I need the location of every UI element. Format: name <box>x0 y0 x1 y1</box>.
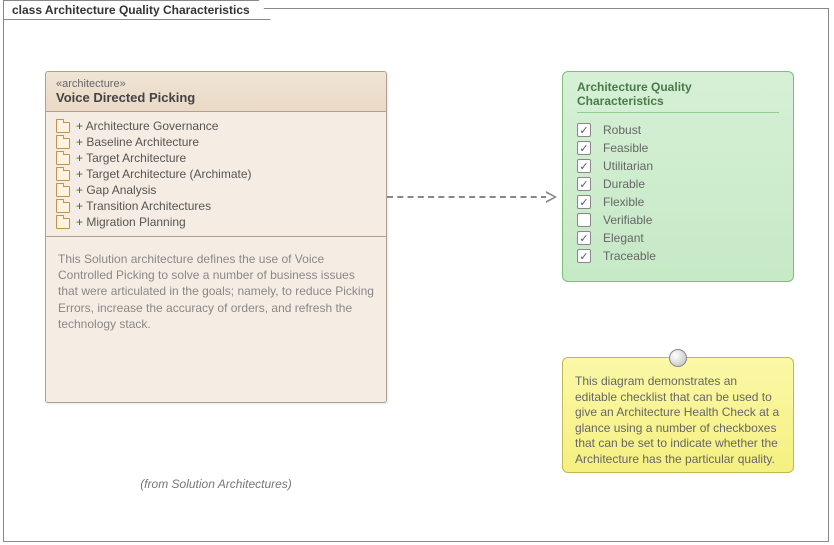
package-icon <box>54 183 70 197</box>
checklist-item-label: Verifiable <box>603 213 652 227</box>
package-item[interactable]: + Transition Architectures <box>54 198 378 214</box>
class-packages-compartment: + Architecture Governance + Baseline Arc… <box>46 112 386 237</box>
package-item[interactable]: + Migration Planning <box>54 214 378 230</box>
diagram-frame: «architecture» Voice Directed Picking + … <box>3 8 829 542</box>
checklist-item[interactable]: ✓ Traceable <box>577 247 779 265</box>
checkbox-icon[interactable]: ✓ <box>577 177 591 191</box>
checkbox-icon[interactable]: ✓ <box>577 195 591 209</box>
checklist-item-label: Robust <box>603 123 641 137</box>
checkbox-icon[interactable]: ✓ <box>577 159 591 173</box>
checkbox-icon[interactable]: ✓ <box>577 141 591 155</box>
checklist-item[interactable]: ✓ Feasible <box>577 139 779 157</box>
checklist-title: Architecture Quality Characteristics <box>577 80 779 113</box>
package-label: + Transition Architectures <box>76 199 211 213</box>
checklist-item[interactable]: ✓ Durable <box>577 175 779 193</box>
checklist-item-label: Utilitarian <box>603 159 653 173</box>
checklist-item[interactable]: ✓ Flexible <box>577 193 779 211</box>
connector-arrowhead-icon <box>546 191 557 203</box>
class-element-voice-directed-picking[interactable]: «architecture» Voice Directed Picking + … <box>45 71 387 403</box>
package-icon <box>54 135 70 149</box>
class-caption: (from Solution Architectures) <box>45 477 387 491</box>
package-icon <box>54 215 70 229</box>
checklist-item-label: Feasible <box>603 141 648 155</box>
checklist-element[interactable]: Architecture Quality Characteristics ✓ Ro… <box>562 71 794 282</box>
package-item[interactable]: + Target Architecture (Archimate) <box>54 166 378 182</box>
package-item[interactable]: + Architecture Governance <box>54 118 378 134</box>
checkbox-icon[interactable] <box>577 213 591 227</box>
package-label: + Migration Planning <box>76 215 186 229</box>
note-text: This diagram demonstrates an editable ch… <box>575 374 781 468</box>
pushpin-icon <box>669 349 687 367</box>
package-label: + Target Architecture <box>76 151 186 165</box>
connector-line <box>387 196 547 198</box>
checklist-item-label: Durable <box>603 177 645 191</box>
checklist-item[interactable]: ✓ Robust <box>577 121 779 139</box>
package-icon <box>54 119 70 133</box>
package-label: + Baseline Architecture <box>76 135 199 149</box>
frame-title-text: class Architecture Quality Characteristi… <box>12 3 250 17</box>
diagram-frame-title: class Architecture Quality Characteristi… <box>3 0 271 20</box>
class-description: This Solution architecture defines the u… <box>46 237 386 402</box>
package-icon <box>54 167 70 181</box>
package-item[interactable]: + Target Architecture <box>54 150 378 166</box>
checkbox-icon[interactable]: ✓ <box>577 249 591 263</box>
dependency-connector[interactable] <box>387 196 557 198</box>
checklist-item-label: Flexible <box>603 195 644 209</box>
package-label: + Target Architecture (Archimate) <box>76 167 252 181</box>
package-label: + Architecture Governance <box>76 119 218 133</box>
package-icon <box>54 151 70 165</box>
checklist-item[interactable]: Verifiable <box>577 211 779 229</box>
note-element[interactable]: This diagram demonstrates an editable ch… <box>562 357 794 473</box>
class-stereotype: «architecture» <box>56 78 376 90</box>
package-item[interactable]: + Baseline Architecture <box>54 134 378 150</box>
package-label: + Gap Analysis <box>76 183 156 197</box>
class-name: Voice Directed Picking <box>56 90 376 105</box>
checkbox-icon[interactable]: ✓ <box>577 231 591 245</box>
checklist-item-label: Traceable <box>603 249 656 263</box>
checklist-item[interactable]: ✓ Utilitarian <box>577 157 779 175</box>
package-item[interactable]: + Gap Analysis <box>54 182 378 198</box>
checklist-item-label: Elegant <box>603 231 644 245</box>
checkbox-icon[interactable]: ✓ <box>577 123 591 137</box>
package-icon <box>54 199 70 213</box>
checklist-item[interactable]: ✓ Elegant <box>577 229 779 247</box>
class-header: «architecture» Voice Directed Picking <box>46 72 386 112</box>
